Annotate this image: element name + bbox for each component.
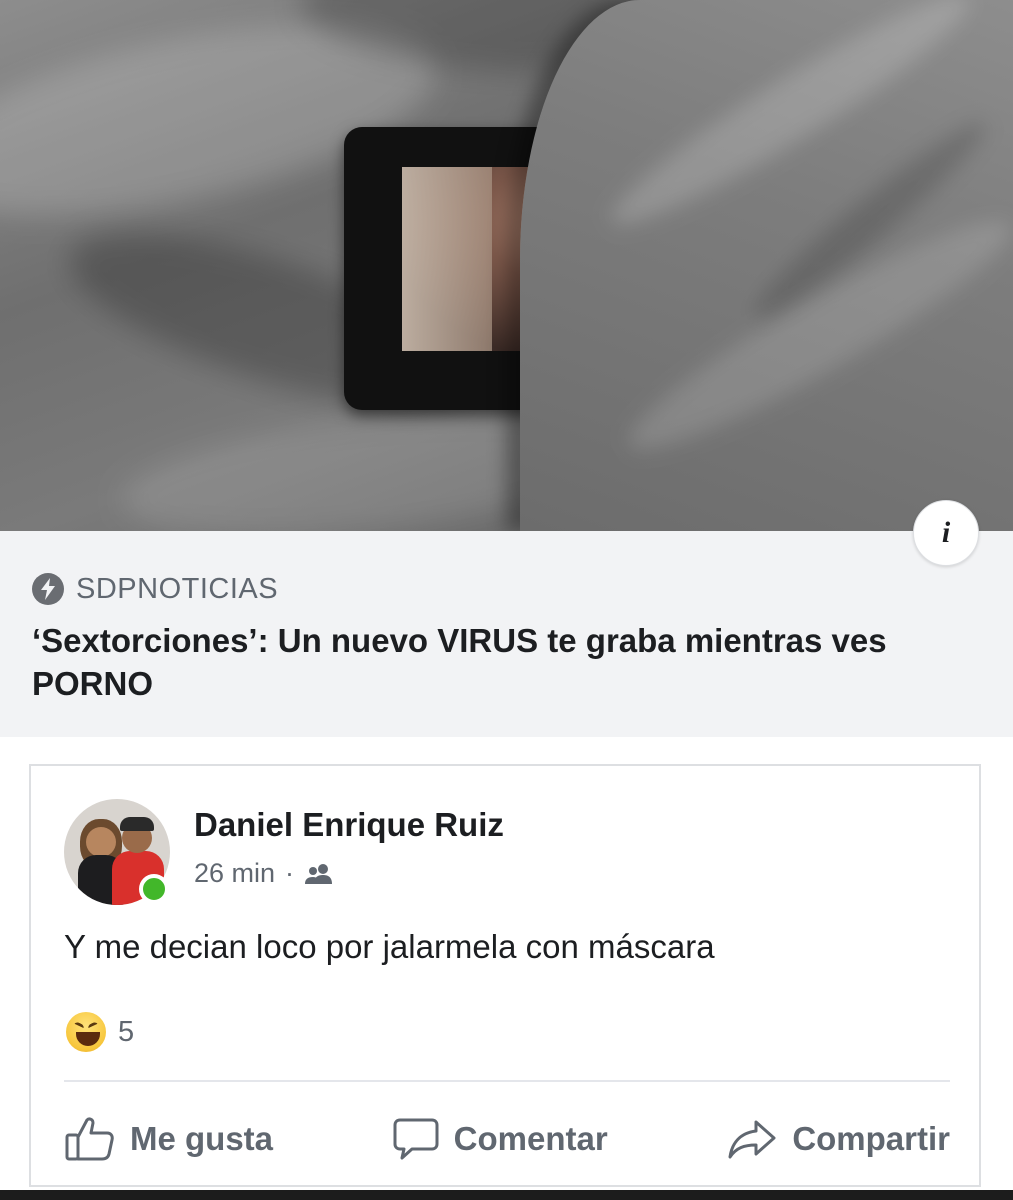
- author-name[interactable]: Daniel Enrique Ruiz: [194, 806, 504, 844]
- meta-separator: ·: [285, 858, 295, 888]
- bolt-icon-glyph: [41, 578, 55, 600]
- article-source: SDPNOTICIAS: [32, 569, 1013, 609]
- online-status-indicator: [139, 874, 169, 904]
- reaction-count: 5: [118, 1015, 135, 1048]
- blanket: [520, 0, 1013, 531]
- like-label: Me gusta: [130, 1120, 274, 1157]
- divider: [64, 1080, 950, 1082]
- article-preview-caption[interactable]: SDPNOTICIAS ‘Sextorciones’: Un nuevo VIR…: [0, 531, 1013, 737]
- bottom-edge-bar: [0, 1190, 1013, 1200]
- blanket-highlight: [611, 194, 1013, 476]
- comment-bubble-icon: [393, 1118, 439, 1160]
- blanket-highlight: [596, 0, 984, 247]
- comment-card: Daniel Enrique Ruiz 26 min · Y me decian…: [29, 764, 981, 1187]
- post-actions: Me gusta Comentar Compartir: [64, 1104, 950, 1174]
- info-icon[interactable]: i: [913, 500, 979, 566]
- source-name: SDPNOTICIAS: [76, 572, 279, 605]
- bolt-icon: [32, 573, 64, 605]
- comment-label: Comentar: [453, 1120, 608, 1157]
- haha-icon-mouth: [76, 1032, 100, 1046]
- comment-text: Y me decian loco por jalarmela con másca…: [64, 928, 715, 965]
- haha-icon: [64, 1010, 108, 1054]
- post-meta: 26 min ·: [194, 858, 334, 889]
- share-button[interactable]: Compartir: [726, 1104, 950, 1174]
- friends-icon[interactable]: [304, 863, 334, 885]
- haha-icon-eye: [73, 1021, 85, 1031]
- reaction-summary[interactable]: 5: [64, 1010, 134, 1054]
- share-arrow-icon: [728, 1120, 776, 1159]
- haha-icon-eye: [87, 1021, 99, 1031]
- avatar-figure: [120, 817, 154, 831]
- post-timestamp[interactable]: 26 min: [194, 858, 275, 889]
- share-label: Compartir: [792, 1120, 950, 1157]
- thumbs-up-icon: [65, 1117, 114, 1161]
- article-headline[interactable]: ‘Sextorciones’: Un nuevo VIRUS te graba …: [32, 619, 962, 705]
- like-button[interactable]: Me gusta: [64, 1104, 273, 1174]
- comment-button[interactable]: Comentar: [392, 1104, 608, 1174]
- screen-highlight: [402, 167, 492, 351]
- avatar-figure: [86, 827, 116, 857]
- article-preview-image[interactable]: [0, 0, 1013, 531]
